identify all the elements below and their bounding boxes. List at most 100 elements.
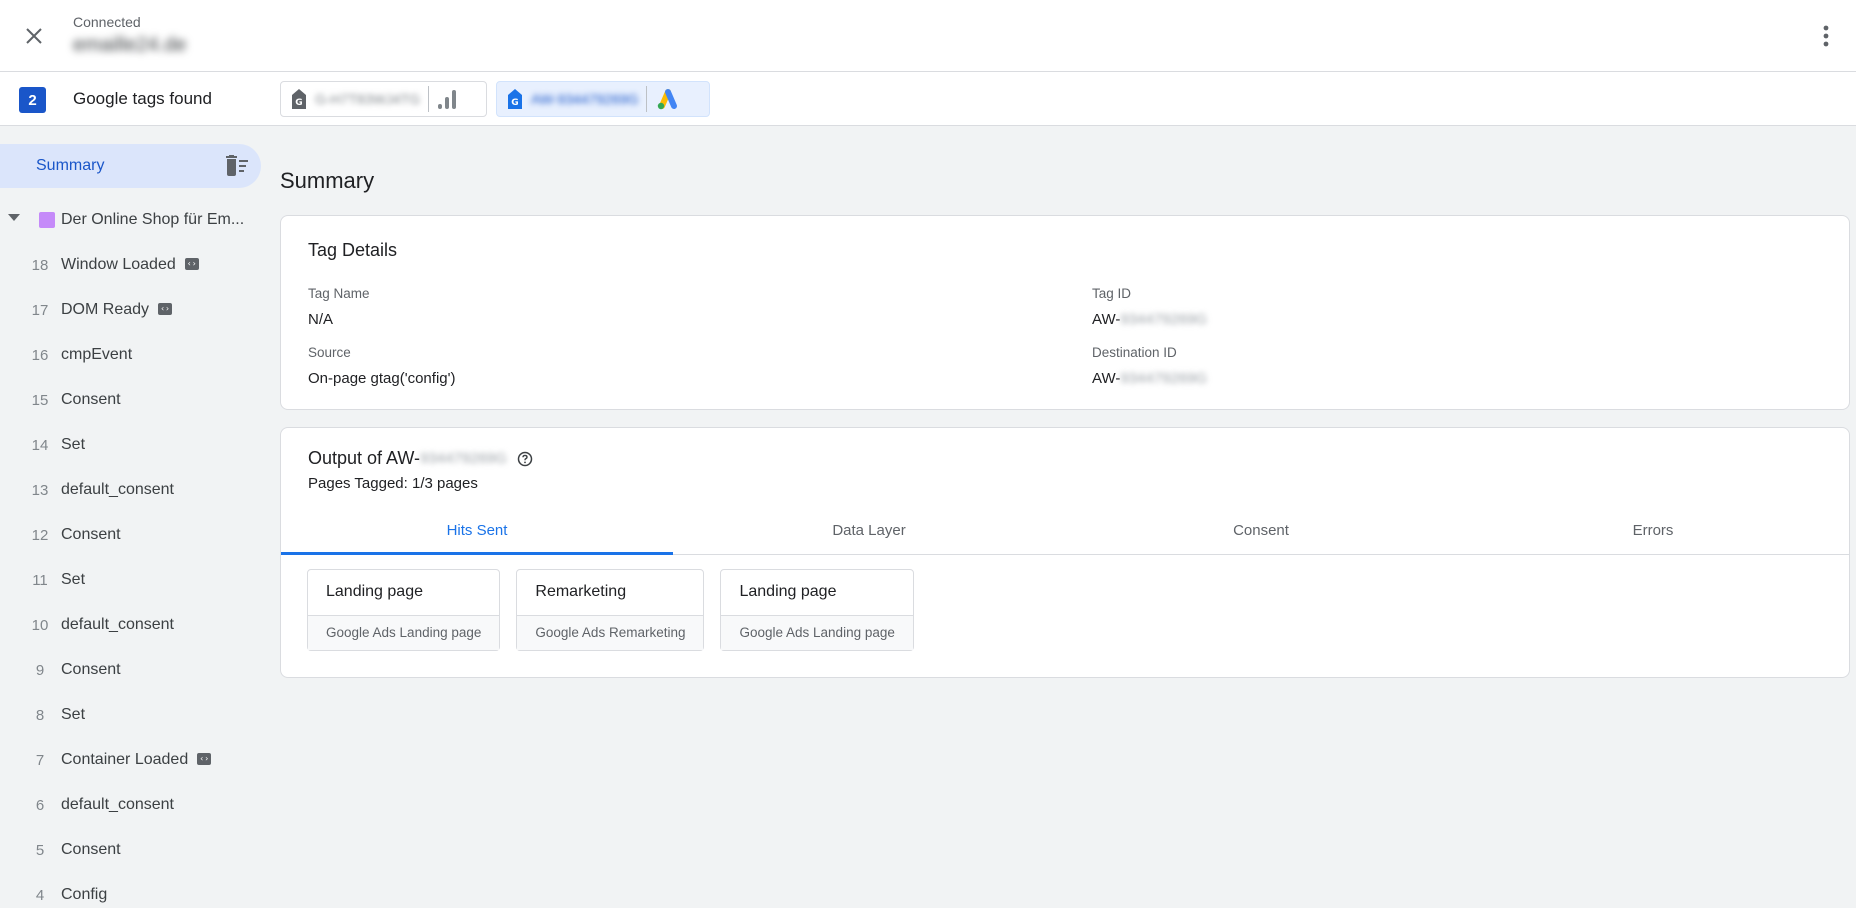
sidebar-event-item[interactable]: 16 cmpEvent <box>0 335 262 380</box>
event-name: default_consent <box>61 616 174 634</box>
google-tag-icon: G <box>292 89 306 109</box>
source-value: On-page gtag('config') <box>308 370 456 387</box>
event-number: 5 <box>35 842 45 859</box>
code-icon: ‹› <box>197 752 212 765</box>
event-number: 12 <box>31 527 49 544</box>
event-name: Consent <box>61 526 121 544</box>
tag-id-label: Tag ID <box>1092 286 1132 301</box>
event-name: Config <box>61 886 107 904</box>
event-name-text: Consent <box>61 841 121 858</box>
tab-hits-sent[interactable]: Hits Sent <box>281 506 673 555</box>
tab-errors[interactable]: Errors <box>1457 506 1849 554</box>
event-name: Container Loaded ‹› <box>61 751 212 769</box>
sidebar-event-item[interactable]: 10 default_consent <box>0 605 262 650</box>
destination-id-prefix: AW- <box>1092 370 1121 387</box>
hit-card[interactable]: Landing page Google Ads Landing page <box>307 569 501 651</box>
event-name-text: Container Loaded <box>61 751 189 768</box>
event-name: cmpEvent <box>61 346 132 364</box>
page-color-marker <box>39 212 55 228</box>
event-name-text: Set <box>61 571 86 588</box>
sidebar-event-item[interactable]: 17 DOM Ready ‹› <box>0 290 262 335</box>
tag-name-value: N/A <box>308 311 334 328</box>
hit-card[interactable]: Remarketing Google Ads Remarketing <box>516 569 705 651</box>
destination-id-value: AW-934479269G <box>1092 370 1207 387</box>
tag-id-prefix: AW- <box>1092 311 1121 328</box>
event-number: 6 <box>35 797 45 814</box>
event-number: 18 <box>31 257 49 274</box>
hit-card[interactable]: Landing page Google Ads Landing page <box>720 569 914 651</box>
event-number: 14 <box>31 437 49 454</box>
event-name: Set <box>61 706 85 724</box>
sidebar-event-item[interactable]: 4 Config <box>0 875 262 908</box>
help-icon[interactable] <box>517 451 533 467</box>
hit-type: Google Ads Landing page <box>721 615 913 650</box>
close-button[interactable] <box>18 20 50 52</box>
source-label: Source <box>308 345 351 360</box>
close-icon <box>26 28 42 44</box>
delete-sweep-icon <box>226 155 248 176</box>
pages-tagged: Pages Tagged: 1/3 pages <box>308 475 478 492</box>
sidebar: Summary Der Online Shop für Em... 18 Wind… <box>0 126 262 908</box>
tag-details-card: Tag Details Tag Name N/A Tag ID AW-93447… <box>280 215 1850 410</box>
event-number: 8 <box>35 707 45 724</box>
sidebar-page-row[interactable]: Der Online Shop für Em... <box>0 200 262 240</box>
tag-bar: 2 Google tags found G G-H7T83WJ4TG G AW-… <box>0 72 1856 126</box>
google-analytics-icon <box>438 90 457 109</box>
tab-consent[interactable]: Consent <box>1065 506 1457 554</box>
sidebar-event-item[interactable]: 14 Set <box>0 425 262 470</box>
tag-chip-ads[interactable]: G AW-934479269G <box>496 81 710 117</box>
event-list: 18 Window Loaded ‹› 17 DOM Ready ‹› 16 cmpEvent… <box>0 245 262 908</box>
sidebar-event-item[interactable]: 8 Set <box>0 695 262 740</box>
event-name-text: Consent <box>61 391 121 408</box>
event-name: Consent <box>61 391 121 409</box>
event-name-text: Consent <box>61 661 121 678</box>
event-number: 16 <box>31 347 49 364</box>
sidebar-event-item[interactable]: 5 Consent <box>0 830 262 875</box>
sidebar-event-item[interactable]: 11 Set <box>0 560 262 605</box>
event-name-text: Set <box>61 436 86 453</box>
sidebar-event-item[interactable]: 18 Window Loaded ‹› <box>0 245 262 290</box>
more-options-button[interactable] <box>1808 18 1844 54</box>
code-icon: ‹› <box>158 302 173 315</box>
tag-count-badge: 2 <box>19 87 46 113</box>
sidebar-event-item[interactable]: 12 Consent <box>0 515 262 560</box>
tab-data-layer[interactable]: Data Layer <box>673 506 1065 554</box>
event-name: Consent <box>61 661 121 679</box>
event-name: Set <box>61 436 85 454</box>
sidebar-item-summary[interactable]: Summary <box>0 144 261 188</box>
event-number: 15 <box>31 392 49 409</box>
event-name: Consent <box>61 841 121 859</box>
hit-type: Google Ads Landing page <box>308 615 500 650</box>
page-heading: Summary <box>280 168 375 193</box>
event-number: 9 <box>35 662 45 679</box>
hit-name: Landing page <box>739 583 837 600</box>
output-title-prefix: Output of AW- <box>308 448 421 468</box>
page-title: Der Online Shop für Em... <box>61 211 245 228</box>
sidebar-event-item[interactable]: 9 Consent <box>0 650 262 695</box>
event-name-text: cmpEvent <box>61 346 133 363</box>
svg-text:G: G <box>511 98 518 108</box>
sidebar-event-item[interactable]: 6 default_consent <box>0 785 262 830</box>
output-card: Output of AW- 934479269G Pages Tagged: 1/… <box>280 427 1850 678</box>
expand-caret-icon[interactable] <box>8 214 20 221</box>
output-title: Output of AW- 934479269G <box>308 448 533 469</box>
clear-messages-button[interactable] <box>225 155 249 177</box>
tags-found-label: Google tags found <box>73 89 212 108</box>
event-number: 7 <box>35 752 45 769</box>
event-name-text: Config <box>61 886 108 903</box>
tag-chip-ga[interactable]: G G-H7T83WJ4TG <box>280 81 487 117</box>
event-number: 4 <box>35 887 45 904</box>
svg-text:G: G <box>295 98 302 108</box>
sidebar-event-item[interactable]: 7 Container Loaded ‹› <box>0 740 262 785</box>
event-name: Set <box>61 571 85 589</box>
tag-details-title: Tag Details <box>308 240 398 260</box>
event-name: default_consent <box>61 481 174 499</box>
event-name-text: DOM Ready <box>61 301 150 318</box>
sidebar-event-item[interactable]: 15 Consent <box>0 380 262 425</box>
more-vert-icon <box>1823 25 1829 47</box>
event-name-text: default_consent <box>61 481 174 498</box>
sidebar-event-item[interactable]: 13 default_consent <box>0 470 262 515</box>
destination-id-label: Destination ID <box>1092 345 1177 360</box>
connected-domain: emaille24.de <box>73 34 187 56</box>
event-number: 11 <box>32 572 48 589</box>
